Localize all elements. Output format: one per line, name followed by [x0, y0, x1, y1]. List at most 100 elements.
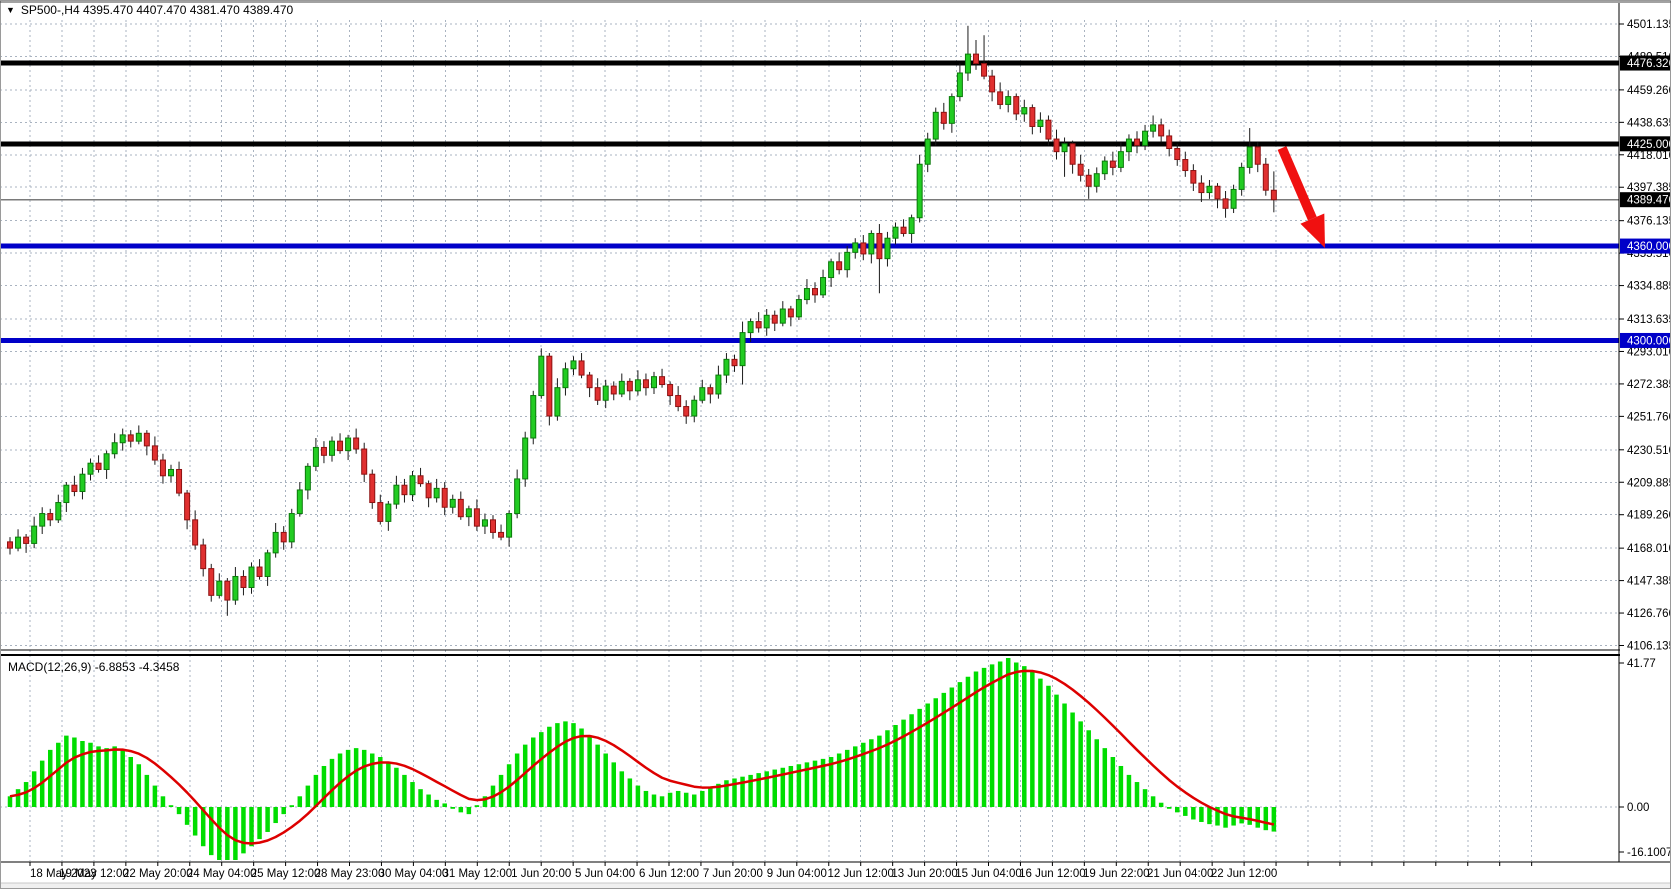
bear-candle [152, 446, 157, 460]
bear-candle [177, 469, 182, 493]
time-tick-label: 5 Jun 04:00 [575, 868, 635, 880]
bull-candle [764, 315, 769, 328]
bear-candle [788, 309, 793, 317]
bear-candle [144, 433, 149, 446]
bull-candle [64, 485, 69, 502]
bear-candle [1183, 160, 1188, 171]
bull-candle [652, 377, 657, 388]
bear-candle [201, 545, 206, 569]
bear-candle [643, 380, 648, 388]
time-tick-label: 13 Jun 20:00 [891, 868, 958, 880]
bull-candle [1102, 161, 1107, 174]
price-tick-label: 4376.135 [1627, 216, 1671, 228]
bear-candle [837, 262, 842, 270]
mt4-chart-window: ▼ SP500-,H4 4395.470 4407.470 4381.470 4… [0, 0, 1671, 889]
time-tick-label: 21 Jun 04:00 [1147, 868, 1214, 880]
time-tick-label: 30 May 04:00 [379, 868, 449, 880]
bull-candle [724, 359, 729, 375]
bull-candle [1118, 152, 1123, 168]
bull-candle [845, 252, 850, 269]
bear-candle [595, 388, 600, 401]
bull-candle [16, 537, 21, 548]
symbol-dropdown-icon[interactable]: ▼ [6, 5, 15, 15]
bear-candle [72, 485, 77, 491]
bear-candle [676, 396, 681, 407]
chart-background [0, 0, 1671, 889]
bear-candle [861, 243, 866, 254]
bear-candle [627, 381, 632, 390]
bull-candle [740, 333, 745, 366]
bear-candle [225, 581, 230, 600]
bear-candle [48, 514, 53, 520]
bull-candle [531, 396, 536, 438]
time-tick-label: 25 May 12:00 [251, 868, 321, 880]
price-badge-label: 4476.326 [1627, 58, 1671, 70]
bear-candle [209, 569, 214, 596]
bull-candle [1239, 167, 1244, 189]
time-tick-label: 19 May 12:00 [59, 868, 129, 880]
bear-candle [499, 532, 504, 537]
bull-candle [539, 356, 544, 395]
macd-tick-label: 0.00 [1627, 802, 1649, 814]
bear-candle [1078, 164, 1083, 175]
bear-candle [185, 493, 190, 520]
macd-tick-label: 41.77 [1627, 658, 1656, 670]
bear-candle [941, 112, 946, 123]
bull-candle [700, 388, 705, 401]
macd-tick-label: -16.1007 [1627, 847, 1671, 859]
bear-candle [877, 233, 882, 258]
time-tick-label: 15 Jun 04:00 [955, 868, 1022, 880]
bear-candle [708, 388, 713, 394]
time-tick-label: 19 Jun 22:00 [1083, 868, 1150, 880]
chart-canvas[interactable]: 4501.1354480.5104459.2604438.6354418.010… [0, 0, 1671, 889]
bear-candle [547, 356, 552, 416]
price-axis: 4501.1354480.5104459.2604438.6354418.010… [1619, 0, 1671, 889]
bear-candle [974, 54, 979, 63]
bull-candle [273, 532, 278, 552]
bull-candle [346, 438, 351, 451]
price-badge-label: 4389.470 [1627, 195, 1671, 207]
bear-candle [1046, 120, 1051, 139]
bear-candle [990, 76, 995, 92]
bull-candle [635, 380, 640, 391]
bear-candle [998, 92, 1003, 105]
bull-candle [297, 490, 302, 514]
time-tick-label: 22 Jun 12:00 [1211, 868, 1278, 880]
bear-candle [772, 315, 777, 323]
bull-candle [804, 289, 809, 300]
time-tick-label: 1 Jun 20:00 [511, 868, 571, 880]
bull-candle [523, 438, 528, 479]
bull-candle [909, 218, 914, 234]
bear-candle [1215, 186, 1220, 199]
bear-candle [458, 499, 463, 516]
bear-candle [684, 407, 689, 416]
bear-candle [1271, 190, 1276, 199]
price-badge-label: 4300.000 [1627, 335, 1671, 347]
bull-candle [917, 164, 922, 217]
time-tick-label: 7 Jun 20:00 [703, 868, 763, 880]
bear-candle [491, 520, 496, 533]
time-tick-label: 31 May 12:00 [442, 868, 512, 880]
bull-candle [482, 520, 487, 526]
price-tick-label: 4459.260 [1627, 85, 1671, 97]
bear-candle [587, 375, 592, 388]
bear-candle [1054, 139, 1059, 152]
bull-candle [217, 581, 222, 595]
time-tick-label: 16 Jun 12:00 [1019, 868, 1086, 880]
bear-candle [418, 476, 423, 484]
bull-candle [136, 433, 141, 441]
price-tick-label: 4126.760 [1627, 608, 1671, 620]
bull-candle [933, 112, 938, 139]
price-tick-label: 4106.135 [1627, 640, 1671, 652]
bull-candle [603, 386, 608, 400]
time-tick-label: 6 Jun 12:00 [639, 868, 699, 880]
bull-candle [330, 441, 335, 455]
bear-candle [756, 322, 761, 328]
bear-candle [426, 484, 431, 498]
time-tick-label: 28 May 23:00 [315, 868, 385, 880]
price-tick-label: 4189.260 [1627, 510, 1671, 522]
bull-candle [563, 369, 568, 388]
bear-candle [96, 463, 101, 469]
bear-candle [1030, 108, 1035, 127]
bull-candle [957, 73, 962, 97]
